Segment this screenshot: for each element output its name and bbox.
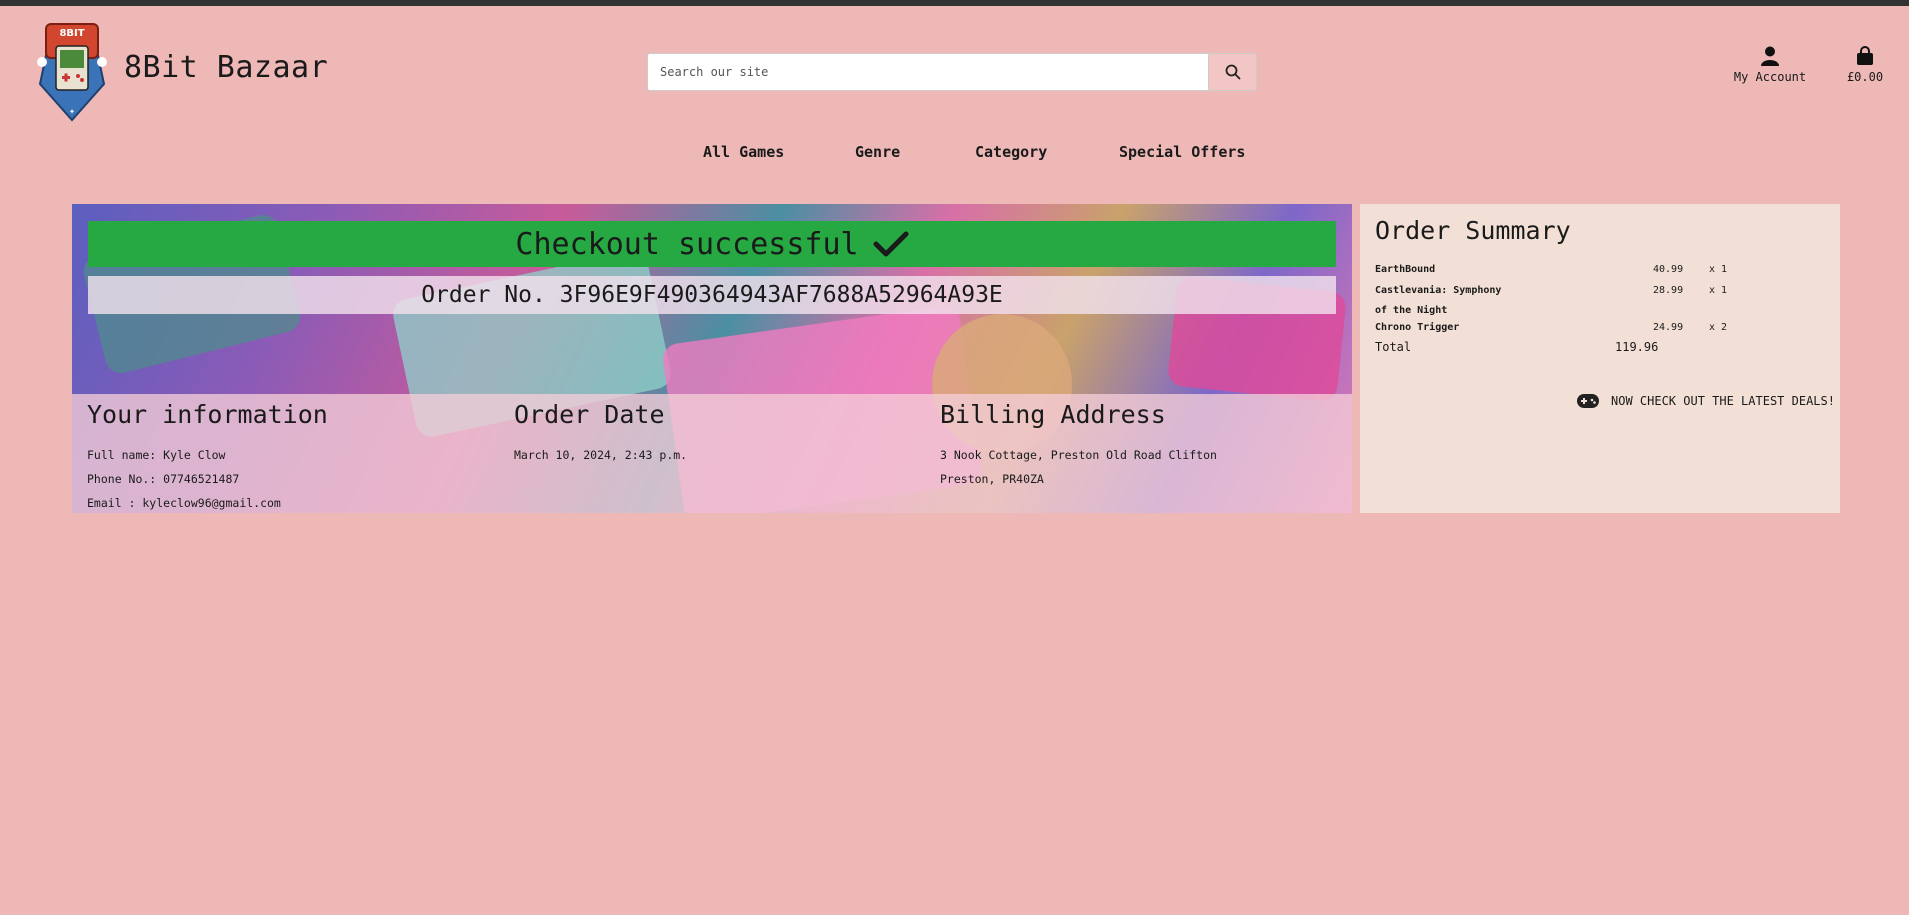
item-name: Chrono Trigger bbox=[1375, 322, 1460, 333]
shopping-bag-icon bbox=[1857, 46, 1873, 65]
total-value: 119.96 bbox=[1615, 340, 1659, 354]
search-button[interactable] bbox=[1208, 53, 1257, 91]
search-bar bbox=[647, 53, 1257, 91]
order-summary-heading: Order Summary bbox=[1375, 216, 1571, 245]
user-icon bbox=[1761, 46, 1779, 66]
brand-name[interactable]: 8Bit Bazaar bbox=[124, 50, 328, 85]
billing-address-line1: 3 Nook Cottage, Preston Old Road Clifton bbox=[940, 448, 1217, 462]
my-account-link[interactable]: My Account bbox=[1730, 46, 1810, 84]
top-bar bbox=[0, 0, 1909, 6]
billing-address-line2: Preston, PR40ZA bbox=[940, 472, 1044, 486]
item-quantity: x 1 bbox=[1709, 285, 1728, 296]
order-date-value: March 10, 2024, 2:43 p.m. bbox=[514, 448, 688, 462]
checkout-success-banner: Checkout successful bbox=[88, 221, 1336, 267]
item-quantity: x 2 bbox=[1709, 322, 1728, 333]
customer-full-name: Full name: Kyle Clow bbox=[87, 448, 226, 462]
8bit-bazaar-logo[interactable]: 8BIT ✦ bbox=[34, 22, 110, 122]
billing-address-heading: Billing Address bbox=[940, 400, 1166, 429]
customer-info: Your information Full name: Kyle Clow Ph… bbox=[87, 400, 328, 513]
item-quantity: x 1 bbox=[1709, 264, 1728, 275]
nav-all-games[interactable]: All Games bbox=[703, 143, 784, 161]
customer-phone: Phone No.: 07746521487 bbox=[87, 472, 240, 486]
svg-text:8BIT: 8BIT bbox=[59, 28, 84, 39]
order-date-heading: Order Date bbox=[514, 400, 665, 429]
nav-special-offers[interactable]: Special Offers bbox=[1119, 143, 1245, 161]
item-price: 24.99 bbox=[1653, 322, 1684, 333]
order-number: Order No. 3F96E9F490364943AF7688A52964A9… bbox=[88, 276, 1336, 314]
checkmark-icon bbox=[873, 231, 909, 257]
latest-deals-label: NOW CHECK OUT THE LATEST DEALS! bbox=[1611, 394, 1835, 408]
svg-text:✦: ✦ bbox=[69, 106, 75, 117]
billing-address: Billing Address 3 Nook Cottage, Preston … bbox=[940, 400, 1217, 491]
customer-info-heading: Your information bbox=[87, 400, 328, 429]
customer-email: Email : kyleclow96@gmail.com bbox=[87, 496, 281, 510]
checkout-success-text: Checkout successful bbox=[515, 226, 859, 262]
order-summary: Order Summary EarthBound 40.99 x 1 Castl… bbox=[1360, 204, 1840, 513]
item-price: 28.99 bbox=[1653, 285, 1684, 296]
item-name: Castlevania: Symphony of the Night bbox=[1375, 285, 1502, 316]
item-name: EarthBound bbox=[1375, 264, 1436, 275]
search-input[interactable] bbox=[647, 53, 1208, 91]
latest-deals-link[interactable]: NOW CHECK OUT THE LATEST DEALS! bbox=[1577, 394, 1835, 408]
nav-genre[interactable]: Genre bbox=[855, 143, 900, 161]
checkout-confirmation-panel: Checkout successful Order No. 3F96E9F490… bbox=[72, 204, 1352, 513]
basket-link[interactable]: £0.00 bbox=[1840, 46, 1890, 84]
order-date: Order Date March 10, 2024, 2:43 p.m. bbox=[514, 400, 687, 467]
total-label: Total bbox=[1375, 340, 1412, 354]
my-account-label: My Account bbox=[1733, 70, 1807, 84]
item-price: 40.99 bbox=[1653, 264, 1684, 275]
nav-category[interactable]: Category bbox=[975, 143, 1047, 161]
search-icon bbox=[1225, 64, 1240, 80]
basket-total: £0.00 bbox=[1846, 70, 1884, 84]
order-total: Total 119.96 bbox=[1375, 340, 1658, 354]
gamepad-icon bbox=[1577, 394, 1599, 408]
